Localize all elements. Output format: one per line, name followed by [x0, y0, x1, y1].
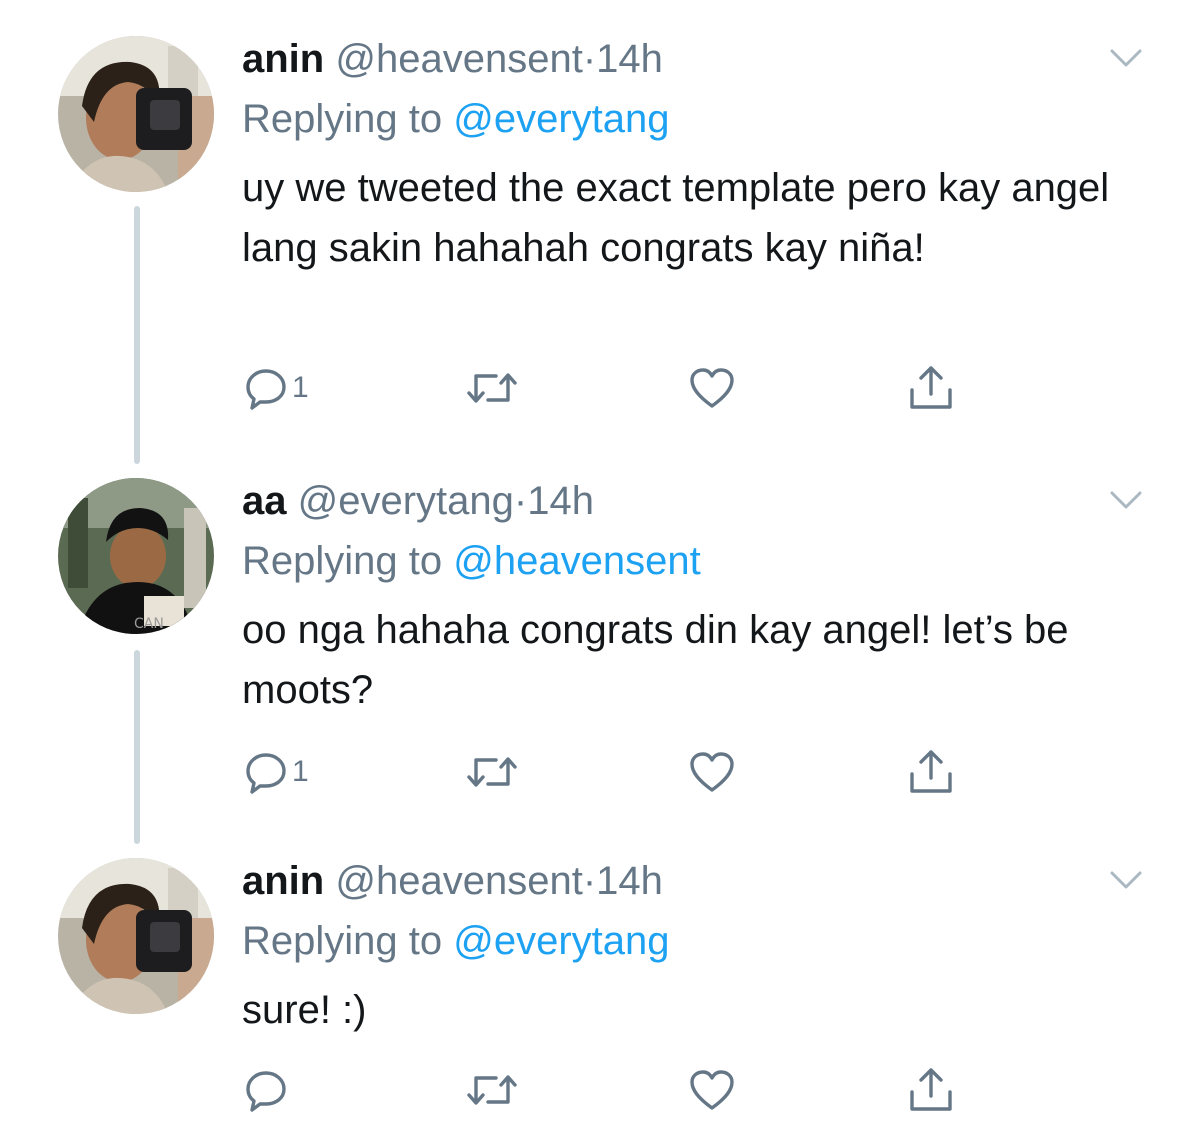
reply-count: 1: [292, 371, 309, 404]
tweet-actions: 1: [0, 358, 1200, 418]
retweet-button[interactable]: [466, 358, 518, 418]
reply-button[interactable]: 1: [244, 742, 309, 802]
share-button[interactable]: [906, 358, 956, 418]
separator-dot: ·: [513, 479, 528, 523]
tweet-header: aa @everytang·14h: [242, 478, 594, 524]
like-button[interactable]: [688, 1060, 736, 1120]
replying-to: Replying to @heavensent: [242, 538, 701, 584]
reply-button[interactable]: 1: [244, 358, 309, 418]
share-button[interactable]: [906, 1060, 956, 1120]
avatar[interactable]: [58, 36, 214, 192]
share-icon: [906, 364, 956, 412]
tweet-text: oo nga hahaha congrats din kay angel! le…: [242, 608, 1069, 712]
chevron-down-icon[interactable]: [1108, 488, 1144, 512]
user-handle[interactable]: @heavensent: [335, 859, 582, 903]
retweet-icon: [466, 1068, 518, 1112]
reply-icon: [244, 750, 288, 794]
tweet-actions: 1: [0, 742, 1200, 802]
timestamp[interactable]: 14h: [527, 479, 594, 523]
user-handle[interactable]: @everytang: [298, 479, 514, 523]
chevron-down-icon[interactable]: [1108, 46, 1144, 70]
retweet-icon: [466, 750, 518, 794]
like-icon: [688, 750, 736, 794]
retweet-button[interactable]: [466, 742, 518, 802]
like-button[interactable]: [688, 358, 736, 418]
reply-button[interactable]: [244, 1060, 292, 1120]
avatar-shirt-text: CAN: [134, 616, 164, 632]
display-name[interactable]: aa: [242, 479, 287, 523]
display-name[interactable]: anin: [242, 859, 324, 903]
timestamp[interactable]: 14h: [596, 859, 663, 903]
retweet-button[interactable]: [466, 1060, 518, 1120]
chevron-down-icon[interactable]: [1108, 868, 1144, 892]
share-button[interactable]: [906, 742, 956, 802]
share-icon: [906, 1066, 956, 1114]
reply-count: 1: [292, 755, 309, 788]
tweet-actions: [0, 1060, 1200, 1120]
like-icon: [688, 366, 736, 410]
replying-to-handle[interactable]: @heavensent: [453, 539, 700, 583]
reply-icon: [244, 1068, 288, 1112]
replying-to-label: Replying to: [242, 919, 443, 963]
replying-to-label: Replying to: [242, 539, 443, 583]
thread-connector: [134, 206, 140, 464]
replying-to-handle[interactable]: @everytang: [453, 97, 669, 141]
share-icon: [906, 748, 956, 796]
separator-dot: ·: [582, 37, 597, 81]
replying-to: Replying to @everytang: [242, 918, 670, 964]
like-button[interactable]: [688, 742, 736, 802]
replying-to: Replying to @everytang: [242, 96, 670, 142]
timestamp[interactable]: 14h: [596, 37, 663, 81]
display-name[interactable]: anin: [242, 37, 324, 81]
like-icon: [688, 1068, 736, 1112]
user-handle[interactable]: @heavensent: [335, 37, 582, 81]
separator-dot: ·: [582, 859, 597, 903]
retweet-icon: [466, 366, 518, 410]
replying-to-label: Replying to: [242, 97, 443, 141]
replying-to-handle[interactable]: @everytang: [453, 919, 669, 963]
avatar[interactable]: CAN: [58, 478, 214, 634]
tweet-text: sure! :): [242, 988, 367, 1032]
tweet-header: anin @heavensent·14h: [242, 36, 663, 82]
avatar[interactable]: [58, 858, 214, 1014]
tweet-text: uy we tweeted the exact template pero ka…: [242, 166, 1110, 270]
reply-icon: [244, 366, 288, 410]
tweet-header: anin @heavensent·14h: [242, 858, 663, 904]
